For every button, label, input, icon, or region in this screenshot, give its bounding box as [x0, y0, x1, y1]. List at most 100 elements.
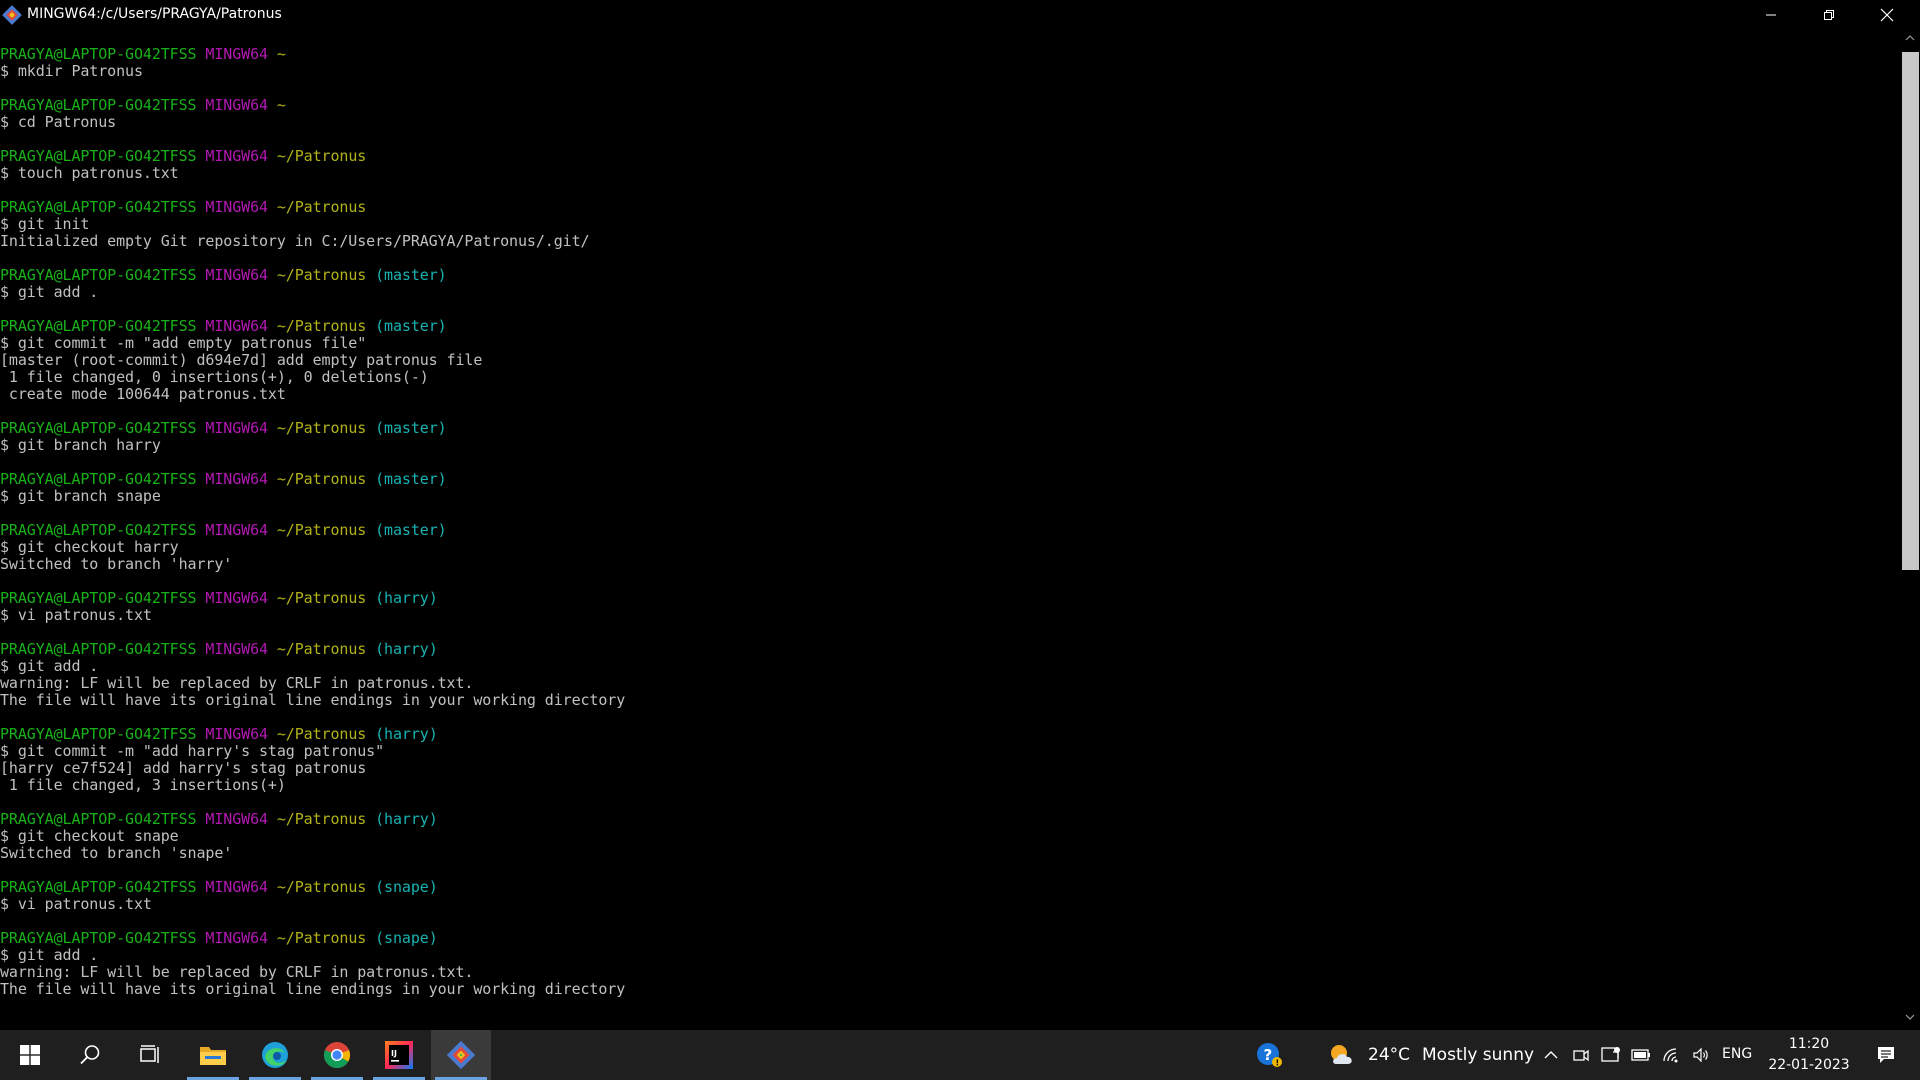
prompt-branch: (harry)	[375, 640, 438, 658]
windows-logo-icon	[20, 1045, 40, 1065]
prompt-path: ~/Patronus	[276, 725, 367, 743]
prompt-user: PRAGYA@LAPTOP-GO42TFSS	[0, 317, 197, 335]
partly-sunny-icon	[1331, 1045, 1352, 1064]
prompt-user: PRAGYA@LAPTOP-GO42TFSS	[0, 929, 197, 947]
taskbar-edge[interactable]	[245, 1030, 305, 1080]
prompt-host: MINGW64	[205, 45, 268, 63]
scrollbar-thumb[interactable]	[1902, 52, 1919, 570]
minimize-button[interactable]	[1742, 0, 1800, 30]
task-view-button[interactable]	[120, 1030, 180, 1080]
restore-button[interactable]	[1800, 0, 1858, 30]
notification-center-button[interactable]	[1864, 1030, 1908, 1080]
prompt-branch: (master)	[375, 521, 447, 539]
weather-description: Mostly sunny	[1422, 1045, 1535, 1065]
restore-icon	[1824, 10, 1834, 20]
prompt-path: ~/Patronus	[276, 640, 367, 658]
help-tray-button[interactable]: ? !	[1250, 1030, 1290, 1080]
scroll-down-arrow-icon[interactable]	[1905, 1013, 1915, 1021]
prompt-user: PRAGYA@LAPTOP-GO42TFSS	[0, 640, 197, 658]
taskbar-file-explorer[interactable]	[183, 1030, 243, 1080]
prompt-host: MINGW64	[205, 929, 268, 947]
prompt-branch: (harry)	[375, 810, 438, 828]
volume-icon	[1693, 1047, 1708, 1063]
taskbar-chrome[interactable]	[307, 1030, 367, 1080]
prompt-path: ~/Patronus	[276, 878, 367, 896]
prompt-branch: (master)	[375, 266, 447, 284]
network-tray-button[interactable]	[1658, 1030, 1684, 1080]
weather-widget[interactable]: 24°C Mostly sunny	[1328, 1030, 1534, 1080]
prompt-branch: (master)	[375, 470, 447, 488]
battery-icon	[1631, 1049, 1650, 1061]
taskbar-git-bash[interactable]	[431, 1030, 491, 1080]
command-line: $ mkdir Patronus	[0, 62, 143, 80]
output-line: [harry ce7f524] add harry's stag patronu…	[0, 759, 367, 777]
clock[interactable]: 11:20 22-01-2023	[1762, 1034, 1856, 1076]
search-button[interactable]	[60, 1030, 120, 1080]
start-button[interactable]	[0, 1030, 60, 1080]
chrome-icon	[323, 1042, 351, 1069]
git-bash-icon	[446, 1040, 476, 1070]
prompt-line: PRAGYA@LAPTOP-GO42TFSS MINGW64 ~/Patronu…	[0, 267, 1900, 284]
prompt-host: MINGW64	[205, 810, 268, 828]
output-line: The file will have its original line end…	[0, 691, 626, 709]
input-language-indicator[interactable]: ENG	[1722, 1046, 1752, 1062]
prompt-host: MINGW64	[205, 198, 268, 216]
git-bash-app-icon[interactable]	[2, 5, 22, 25]
volume-tray-button[interactable]	[1688, 1030, 1714, 1080]
window-title-bar[interactable]: MINGW64:/c/Users/PRAGYA/Patronus	[0, 0, 1920, 30]
terminal-output[interactable]: PRAGYA@LAPTOP-GO42TFSS MINGW64 ~ $ mkdir …	[0, 30, 1900, 1030]
security-tray-button[interactable]	[1598, 1030, 1624, 1080]
prompt-path: ~/Patronus	[276, 589, 367, 607]
command-line: $ git add .	[0, 946, 99, 964]
meet-now-button[interactable]	[1568, 1030, 1594, 1080]
command-line: $ git add .	[0, 657, 99, 675]
prompt-branch: (snape)	[375, 878, 438, 896]
prompt-user: PRAGYA@LAPTOP-GO42TFSS	[0, 521, 197, 539]
prompt-user: PRAGYA@LAPTOP-GO42TFSS	[0, 589, 197, 607]
command-line: $ git add .	[0, 283, 99, 301]
command-line: $ cd Patronus	[0, 113, 117, 131]
prompt-user: PRAGYA@LAPTOP-GO42TFSS	[0, 147, 197, 165]
prompt-host: MINGW64	[205, 419, 268, 437]
prompt-line: PRAGYA@LAPTOP-GO42TFSS MINGW64 ~/Patronu…	[0, 420, 1900, 437]
command-line: $ git commit -m "add harry's stag patron…	[0, 742, 385, 760]
prompt-host: MINGW64	[205, 589, 268, 607]
command-line: $ vi patronus.txt	[0, 895, 152, 913]
output-line: 1 file changed, 0 insertions(+), 0 delet…	[0, 368, 429, 386]
folder-icon	[200, 1047, 226, 1065]
terminal-lines: PRAGYA@LAPTOP-GO42TFSS MINGW64 ~ $ mkdir …	[0, 30, 1900, 998]
output-line: 1 file changed, 3 insertions(+)	[0, 776, 286, 794]
command-line: $ touch patronus.txt	[0, 164, 179, 182]
prompt-path: ~/Patronus	[276, 147, 367, 165]
close-button[interactable]	[1858, 0, 1916, 30]
prompt-path: ~/Patronus	[276, 419, 367, 437]
command-line: $ git init	[0, 215, 90, 233]
clock-time: 11:20	[1788, 1036, 1830, 1052]
prompt-line: PRAGYA@LAPTOP-GO42TFSS MINGW64 ~/Patronu…	[0, 726, 1900, 743]
prompt-user: PRAGYA@LAPTOP-GO42TFSS	[0, 878, 197, 896]
svg-text:!: !	[1276, 1059, 1280, 1068]
output-line: warning: LF will be replaced by CRLF in …	[0, 674, 474, 692]
prompt-branch: (harry)	[375, 725, 438, 743]
show-hidden-icons-button[interactable]	[1538, 1030, 1564, 1080]
prompt-line: PRAGYA@LAPTOP-GO42TFSS MINGW64 ~/Patronu…	[0, 318, 1900, 335]
vertical-scrollbar[interactable]	[1900, 30, 1920, 1030]
output-line: Initialized empty Git repository in C:/U…	[0, 232, 590, 250]
taskbar-intellij[interactable]: IJ	[369, 1030, 429, 1080]
prompt-host: MINGW64	[205, 96, 268, 114]
intellij-icon: IJ	[385, 1041, 413, 1069]
prompt-line: PRAGYA@LAPTOP-GO42TFSS MINGW64 ~	[0, 97, 1900, 114]
scroll-up-arrow-icon[interactable]	[1905, 34, 1915, 42]
notification-icon	[1878, 1047, 1894, 1063]
battery-tray-button[interactable]	[1628, 1030, 1654, 1080]
prompt-line: PRAGYA@LAPTOP-GO42TFSS MINGW64 ~/Patronu…	[0, 148, 1900, 165]
prompt-user: PRAGYA@LAPTOP-GO42TFSS	[0, 470, 197, 488]
prompt-user: PRAGYA@LAPTOP-GO42TFSS	[0, 45, 197, 63]
